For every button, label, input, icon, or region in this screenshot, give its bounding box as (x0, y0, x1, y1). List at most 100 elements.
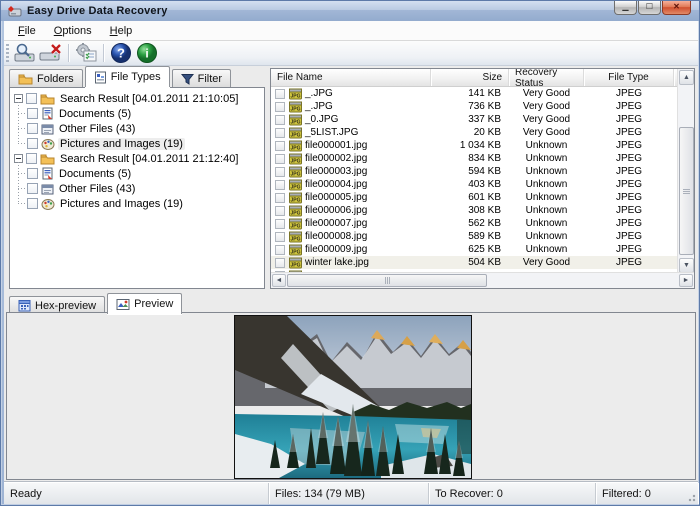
table-row[interactable]: JPGwinter lake.jpg504 KBVery GoodJPEG (271, 256, 677, 269)
tree-checkbox[interactable] (26, 93, 37, 104)
menu-options[interactable]: Options (46, 23, 100, 39)
tree-item-category[interactable]: Documents (5) (10, 106, 264, 121)
jpg-file-icon: JPG (289, 101, 302, 113)
pictures-icon (41, 198, 55, 210)
row-checkbox[interactable] (275, 102, 285, 112)
tree-checkbox[interactable] (27, 138, 38, 149)
row-checkbox[interactable] (275, 232, 285, 242)
horizontal-scroll-thumb[interactable] (287, 274, 487, 287)
recovery-status: Unknown (509, 192, 584, 203)
scroll-down-button[interactable]: ▼ (679, 258, 694, 273)
tab-file-types[interactable]: File Types (85, 66, 170, 87)
tab-folders[interactable]: Folders (9, 69, 83, 87)
menu-help[interactable]: Help (102, 23, 141, 39)
table-row[interactable]: JPG_.JPG736 KBVery GoodJPEG (271, 100, 677, 113)
file-name: _.JPG (305, 101, 333, 112)
maximize-button[interactable]: ☐ (638, 1, 661, 15)
jpg-file-icon: JPG (289, 179, 302, 191)
file-list-panel: File Name Size Recovery Status File Type… (270, 68, 695, 289)
help-button[interactable]: ? (108, 42, 134, 64)
tree-item-category[interactable]: Other Files (43) (10, 121, 264, 136)
toolbar-grip[interactable] (6, 44, 9, 63)
stop-scan-button[interactable] (38, 42, 64, 64)
row-checkbox[interactable] (275, 245, 285, 255)
preview-panel (6, 312, 696, 480)
tree-checkbox[interactable] (27, 123, 38, 134)
row-checkbox[interactable] (275, 167, 285, 177)
horizontal-scrollbar[interactable]: ◄ ► (271, 272, 694, 288)
vertical-scrollbar[interactable]: ▲ ▼ (677, 69, 694, 274)
tree-item-category[interactable]: Pictures and Images (19) (10, 196, 264, 211)
tree-checkbox[interactable] (27, 168, 38, 179)
recovery-status: Unknown (509, 153, 584, 164)
scroll-left-button[interactable]: ◄ (272, 274, 286, 287)
menu-bar: FileOptionsHelp (4, 21, 698, 41)
row-checkbox[interactable] (275, 154, 285, 164)
tree-item-label: Search Result [04.01.2011 21:10:05] (58, 93, 240, 105)
minimize-button[interactable]: ▁ (614, 1, 637, 15)
preview-tab-bar: Hex-preview Preview (9, 293, 184, 314)
scroll-up-button[interactable]: ▲ (679, 70, 694, 85)
file-name: file000003.jpg (305, 166, 367, 177)
about-button[interactable]: i (134, 42, 160, 64)
table-row[interactable]: JPGfile000005.jpg601 KBUnknownJPEG (271, 191, 677, 204)
tree-item-category[interactable]: Pictures and Images (19) (10, 136, 264, 151)
column-file-type[interactable]: File Type (584, 69, 674, 86)
table-row[interactable]: JPGfile000003.jpg594 KBUnknownJPEG (271, 165, 677, 178)
row-checkbox[interactable] (275, 193, 285, 203)
tree-item-search-result[interactable]: Search Result [04.01.2011 21:10:05] (10, 91, 264, 106)
table-row[interactable]: JPGfile000002.jpg834 KBUnknownJPEG (271, 152, 677, 165)
tree-checkbox[interactable] (27, 198, 38, 209)
tab-filter[interactable]: Filter (172, 69, 231, 87)
recovery-status: Very Good (509, 101, 584, 112)
row-checkbox[interactable] (275, 115, 285, 125)
recovery-status: Very Good (509, 127, 584, 138)
tree-item-category[interactable]: Other Files (43) (10, 181, 264, 196)
row-checkbox[interactable] (275, 206, 285, 216)
table-row[interactable]: JPGfile000006.jpg308 KBUnknownJPEG (271, 204, 677, 217)
row-checkbox[interactable] (275, 128, 285, 138)
resize-grip[interactable] (686, 492, 696, 502)
scroll-right-button[interactable]: ► (679, 274, 693, 287)
table-row[interactable]: JPG_0.JPG337 KBVery GoodJPEG (271, 113, 677, 126)
table-row[interactable]: JPGfile000009.jpg625 KBUnknownJPEG (271, 243, 677, 256)
status-ready: Ready (4, 483, 269, 504)
scan-drive-button[interactable] (12, 42, 38, 64)
table-row[interactable]: JPG_5LIST.JPG20 KBVery GoodJPEG (271, 126, 677, 139)
tree-checkbox[interactable] (27, 108, 38, 119)
tree-checkbox[interactable] (27, 183, 38, 194)
column-size[interactable]: Size (431, 69, 509, 86)
row-checkbox[interactable] (275, 141, 285, 151)
row-checkbox[interactable] (275, 89, 285, 99)
file-size: 601 KB (431, 192, 509, 203)
vertical-scroll-thumb[interactable] (679, 127, 694, 255)
tab-preview[interactable]: Preview (107, 293, 182, 314)
row-checkbox[interactable] (275, 258, 285, 268)
table-row[interactable]: JPGfile000007.jpg562 KBUnknownJPEG (271, 217, 677, 230)
row-checkbox[interactable] (275, 219, 285, 229)
status-to-recover: To Recover: 0 (429, 483, 596, 504)
options-button[interactable] (73, 42, 99, 64)
table-row[interactable]: JPGfile000004.jpg403 KBUnknownJPEG (271, 178, 677, 191)
other-files-icon (41, 183, 54, 195)
tab-label: File Types (111, 71, 161, 83)
file-name: file000007.jpg (305, 218, 367, 229)
column-file-name[interactable]: File Name (271, 69, 431, 86)
row-checkbox[interactable] (275, 180, 285, 190)
close-button[interactable]: ✕ (662, 1, 691, 15)
documents-icon (41, 167, 54, 180)
tree-checkbox[interactable] (26, 153, 37, 164)
tree-item-label: Pictures and Images (19) (58, 198, 185, 210)
column-recovery-status[interactable]: Recovery Status (509, 69, 584, 86)
table-row[interactable]: JPG_.JPG141 KBVery GoodJPEG (271, 87, 677, 100)
title-bar[interactable]: Easy Drive Data Recovery ▁ ☐ ✕ (1, 1, 700, 21)
table-row[interactable]: JPGfile000001.jpg1 034 KBUnknownJPEG (271, 139, 677, 152)
tree-item-category[interactable]: Documents (5) (10, 166, 264, 181)
tree-item-search-result[interactable]: Search Result [04.01.2011 21:12:40] (10, 151, 264, 166)
winter-lake-photo (235, 316, 471, 478)
file-size: 403 KB (431, 179, 509, 190)
table-row[interactable]: JPGfile000008.jpg589 KBUnknownJPEG (271, 230, 677, 243)
menu-file[interactable]: File (10, 23, 44, 39)
svg-text:JPG: JPG (290, 93, 300, 99)
file-type: JPEG (584, 114, 674, 125)
